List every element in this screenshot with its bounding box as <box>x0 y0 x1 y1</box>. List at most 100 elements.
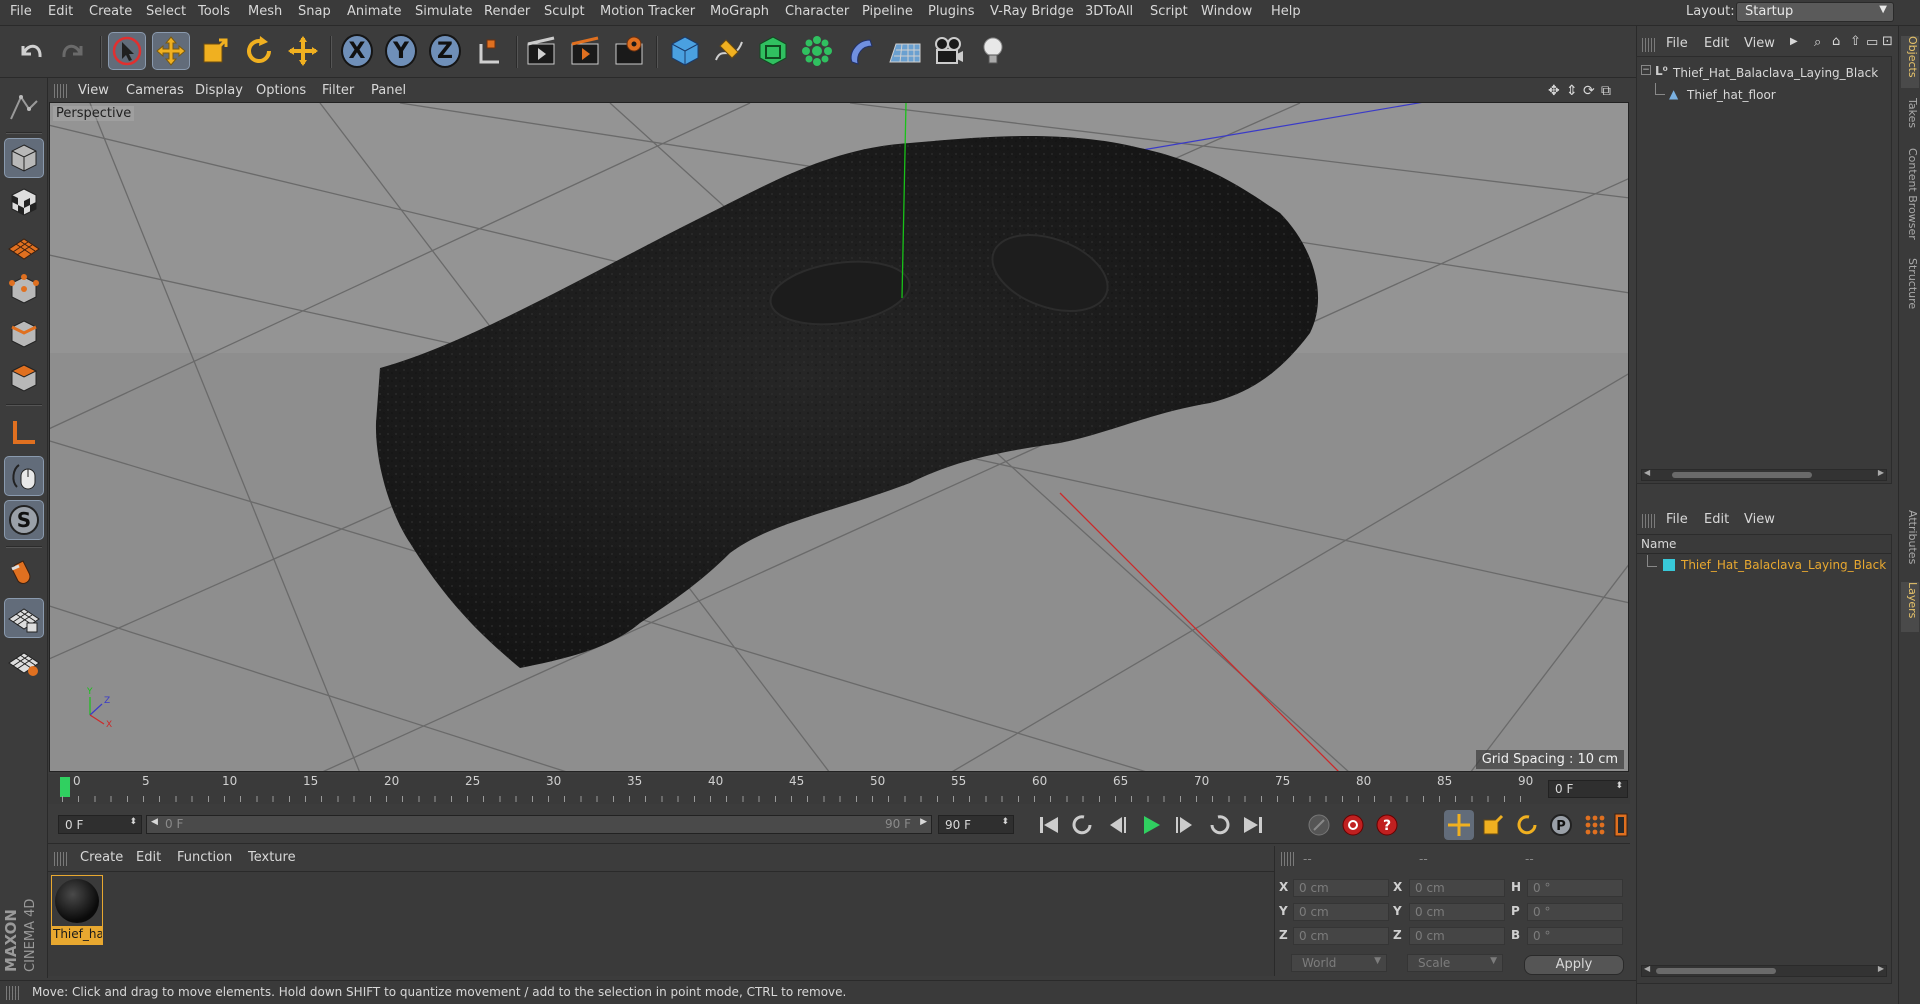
layers-menu-view[interactable]: View <box>1744 512 1775 527</box>
menu-snap[interactable]: Snap <box>298 4 331 19</box>
redo-button[interactable] <box>54 32 92 70</box>
planar-workplane-button[interactable] <box>4 642 44 682</box>
menu-3dtoall[interactable]: 3DToAll <box>1085 4 1133 19</box>
y-axis-lock-button[interactable]: Y <box>385 34 417 68</box>
objects-menu-file[interactable]: File <box>1666 36 1688 51</box>
search-icon[interactable]: ⌕ <box>1814 35 1821 50</box>
key-scale-button[interactable] <box>1478 810 1508 840</box>
add-environment-button[interactable] <box>886 32 924 70</box>
render-view-button[interactable] <box>522 32 560 70</box>
size-mode-dropdown[interactable]: Scale ▼ <box>1407 954 1503 972</box>
add-spline-button[interactable] <box>710 32 748 70</box>
material-menu-edit[interactable]: Edit <box>136 850 161 865</box>
menu-select[interactable]: Select <box>146 4 186 19</box>
objects-menu-edit[interactable]: Edit <box>1704 36 1729 51</box>
make-editable-button[interactable] <box>4 88 44 128</box>
timeline-ruler[interactable]: 0 5 10 15 20 25 30 35 40 45 50 55 60 65 … <box>48 774 1630 804</box>
menu-file[interactable]: File <box>10 4 32 19</box>
key-rotation-button[interactable] <box>1512 810 1542 840</box>
scale-tool-button[interactable] <box>196 32 234 70</box>
rot-b-field[interactable]: 0 ° <box>1527 927 1623 945</box>
start-frame-field[interactable]: 0 F ⬍ <box>58 815 142 834</box>
next-frame-button[interactable] <box>1170 810 1200 840</box>
rot-p-field[interactable]: 0 ° <box>1527 903 1623 921</box>
end-frame-field[interactable]: 90 F ⬍ <box>938 815 1014 834</box>
material-thumbnail[interactable]: Thief_ha <box>51 875 103 945</box>
key-position-button[interactable] <box>1444 810 1474 840</box>
edges-mode-button[interactable] <box>4 314 44 354</box>
viewport-maximize-icon[interactable]: ⧉ <box>1601 83 1611 99</box>
size-z-field[interactable]: 0 cm <box>1409 927 1505 945</box>
menu-edit[interactable]: Edit <box>48 4 73 19</box>
layer-color-swatch[interactable] <box>1663 559 1675 571</box>
tab-layers[interactable]: Layers <box>1901 582 1919 632</box>
rot-h-field[interactable]: 0 ° <box>1527 879 1623 897</box>
menu-motion-tracker[interactable]: Motion Tracker <box>600 4 695 19</box>
layers-horizontal-scrollbar[interactable]: ◀ ▶ <box>1641 964 1887 977</box>
scroll-right-icon[interactable]: ▶ <box>1878 964 1884 973</box>
objects-horizontal-scrollbar[interactable]: ◀ ▶ <box>1641 468 1887 481</box>
record-keys-button[interactable] <box>1304 810 1334 840</box>
scroll-thumb[interactable] <box>1656 968 1776 974</box>
viewport-dolly-icon[interactable]: ⇕ <box>1566 83 1578 99</box>
layer-row[interactable]: Thief_Hat_Balaclava_Laying_Black <box>1641 555 1891 575</box>
tree-row[interactable]: − L⁰ Thief_Hat_Balaclava_Laying_Black <box>1641 64 1889 83</box>
pos-z-field[interactable]: 0 cm <box>1293 927 1389 945</box>
home-icon[interactable]: ⌂ <box>1832 34 1840 49</box>
model-mode-button[interactable] <box>4 138 44 178</box>
material-menu-texture[interactable]: Texture <box>248 850 296 865</box>
workplane-mode-button[interactable] <box>4 226 44 266</box>
tab-attributes[interactable]: Attributes <box>1901 510 1919 574</box>
menu-window[interactable]: Window <box>1201 4 1252 19</box>
tree-row[interactable]: ▲ Thief_hat_floor <box>1641 83 1889 105</box>
undo-button[interactable] <box>12 32 50 70</box>
add-cube-button[interactable] <box>666 32 704 70</box>
up-arrow-icon[interactable]: ⇧ <box>1850 34 1861 49</box>
scroll-thumb[interactable] <box>1672 472 1812 478</box>
play-button[interactable] <box>1136 810 1166 840</box>
menu-render[interactable]: Render <box>484 4 530 19</box>
x-axis-lock-button[interactable]: X <box>341 34 373 68</box>
tab-content-browser[interactable]: Content Browser <box>1901 148 1919 248</box>
menu-mesh[interactable]: Mesh <box>248 4 282 19</box>
menu-create[interactable]: Create <box>89 4 132 19</box>
viewport-menu-display[interactable]: Display <box>195 83 243 98</box>
add-generator-button[interactable] <box>754 32 792 70</box>
add-camera-button[interactable] <box>930 32 968 70</box>
render-to-picture-viewer-button[interactable] <box>566 32 604 70</box>
points-mode-button[interactable] <box>4 270 44 310</box>
menu-sculpt[interactable]: Sculpt <box>544 4 585 19</box>
collapse-toggle-icon[interactable]: − <box>1641 65 1651 75</box>
key-parameter-button[interactable]: P <box>1546 810 1576 840</box>
axis-mode-button[interactable] <box>4 412 44 452</box>
move-tool-button[interactable] <box>152 32 190 70</box>
scroll-right-icon[interactable]: ▶ <box>1878 468 1884 477</box>
rotate-tool-button[interactable] <box>240 32 278 70</box>
workplane-lock-button[interactable] <box>4 598 44 638</box>
menu-simulate[interactable]: Simulate <box>415 4 472 19</box>
viewport-menu-filter[interactable]: Filter <box>322 83 354 98</box>
frame-range-slider[interactable]: ◀ 0 F 90 F ▶ <box>146 815 932 834</box>
keyframe-selection-button[interactable]: ? <box>1372 810 1402 840</box>
go-to-end-button[interactable] <box>1238 810 1268 840</box>
current-frame-field[interactable]: 0 F ⬍ <box>1548 780 1628 798</box>
viewport-menu-options[interactable]: Options <box>256 83 306 98</box>
menu-character[interactable]: Character <box>785 4 849 19</box>
material-menu-function[interactable]: Function <box>177 850 232 865</box>
pos-y-field[interactable]: 0 cm <box>1293 903 1389 921</box>
menu-mograph[interactable]: MoGraph <box>710 4 769 19</box>
timeline-window-button[interactable] <box>1614 810 1628 840</box>
viewport-pan-icon[interactable]: ✥ <box>1548 83 1560 99</box>
key-pla-button[interactable] <box>1580 810 1610 840</box>
add-light-button[interactable] <box>974 32 1012 70</box>
scroll-left-icon[interactable]: ◀ <box>1644 964 1650 973</box>
pos-x-field[interactable]: 0 cm <box>1293 879 1389 897</box>
add-mograph-button[interactable] <box>798 32 836 70</box>
viewport-menu-view[interactable]: View <box>78 83 109 98</box>
tab-objects[interactable]: Objects <box>1901 36 1919 88</box>
menu-plugins[interactable]: Plugins <box>928 4 975 19</box>
tweak-mode-button[interactable] <box>4 456 44 496</box>
size-y-field[interactable]: 0 cm <box>1409 903 1505 921</box>
polygons-mode-button[interactable] <box>4 358 44 398</box>
playhead-marker[interactable] <box>60 777 70 797</box>
